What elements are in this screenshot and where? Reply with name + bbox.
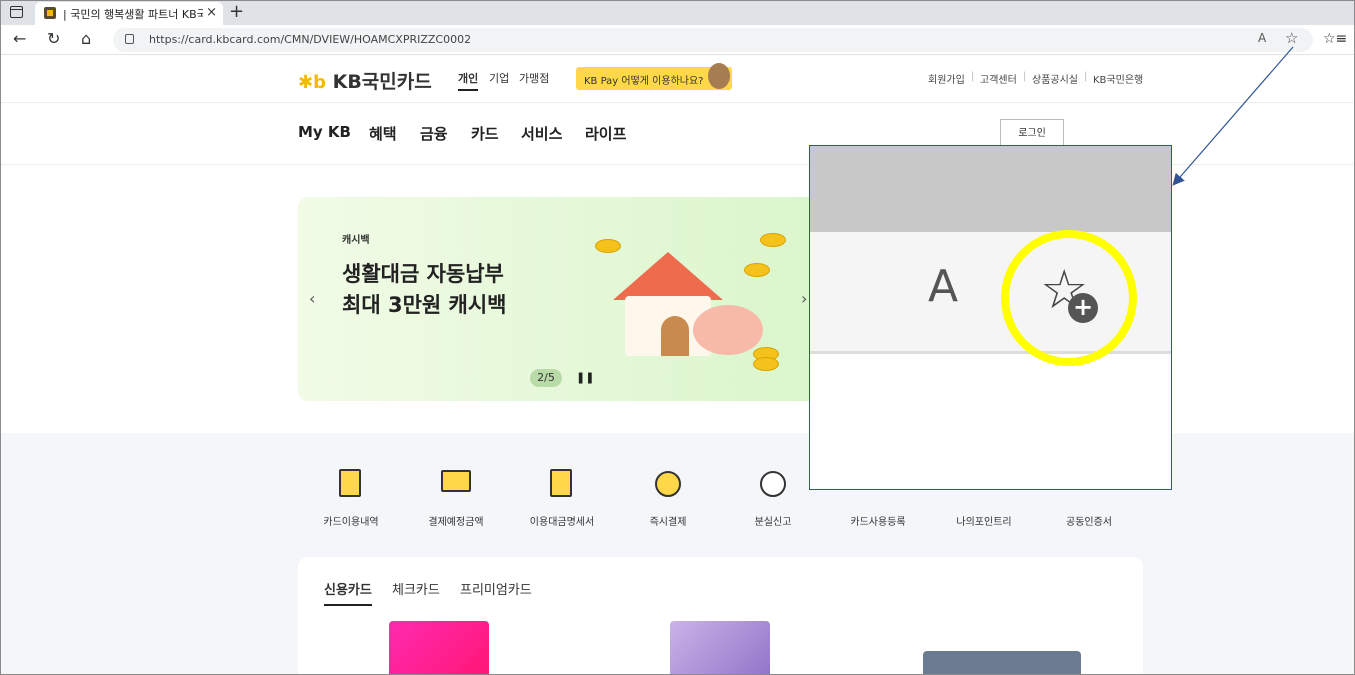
pointer-arrow — [1172, 46, 1294, 186]
screenshot-frame: | 국민의 행복생활 파트너 KB국민 × + ← ↻ ⌂ https://ca… — [0, 0, 1355, 675]
